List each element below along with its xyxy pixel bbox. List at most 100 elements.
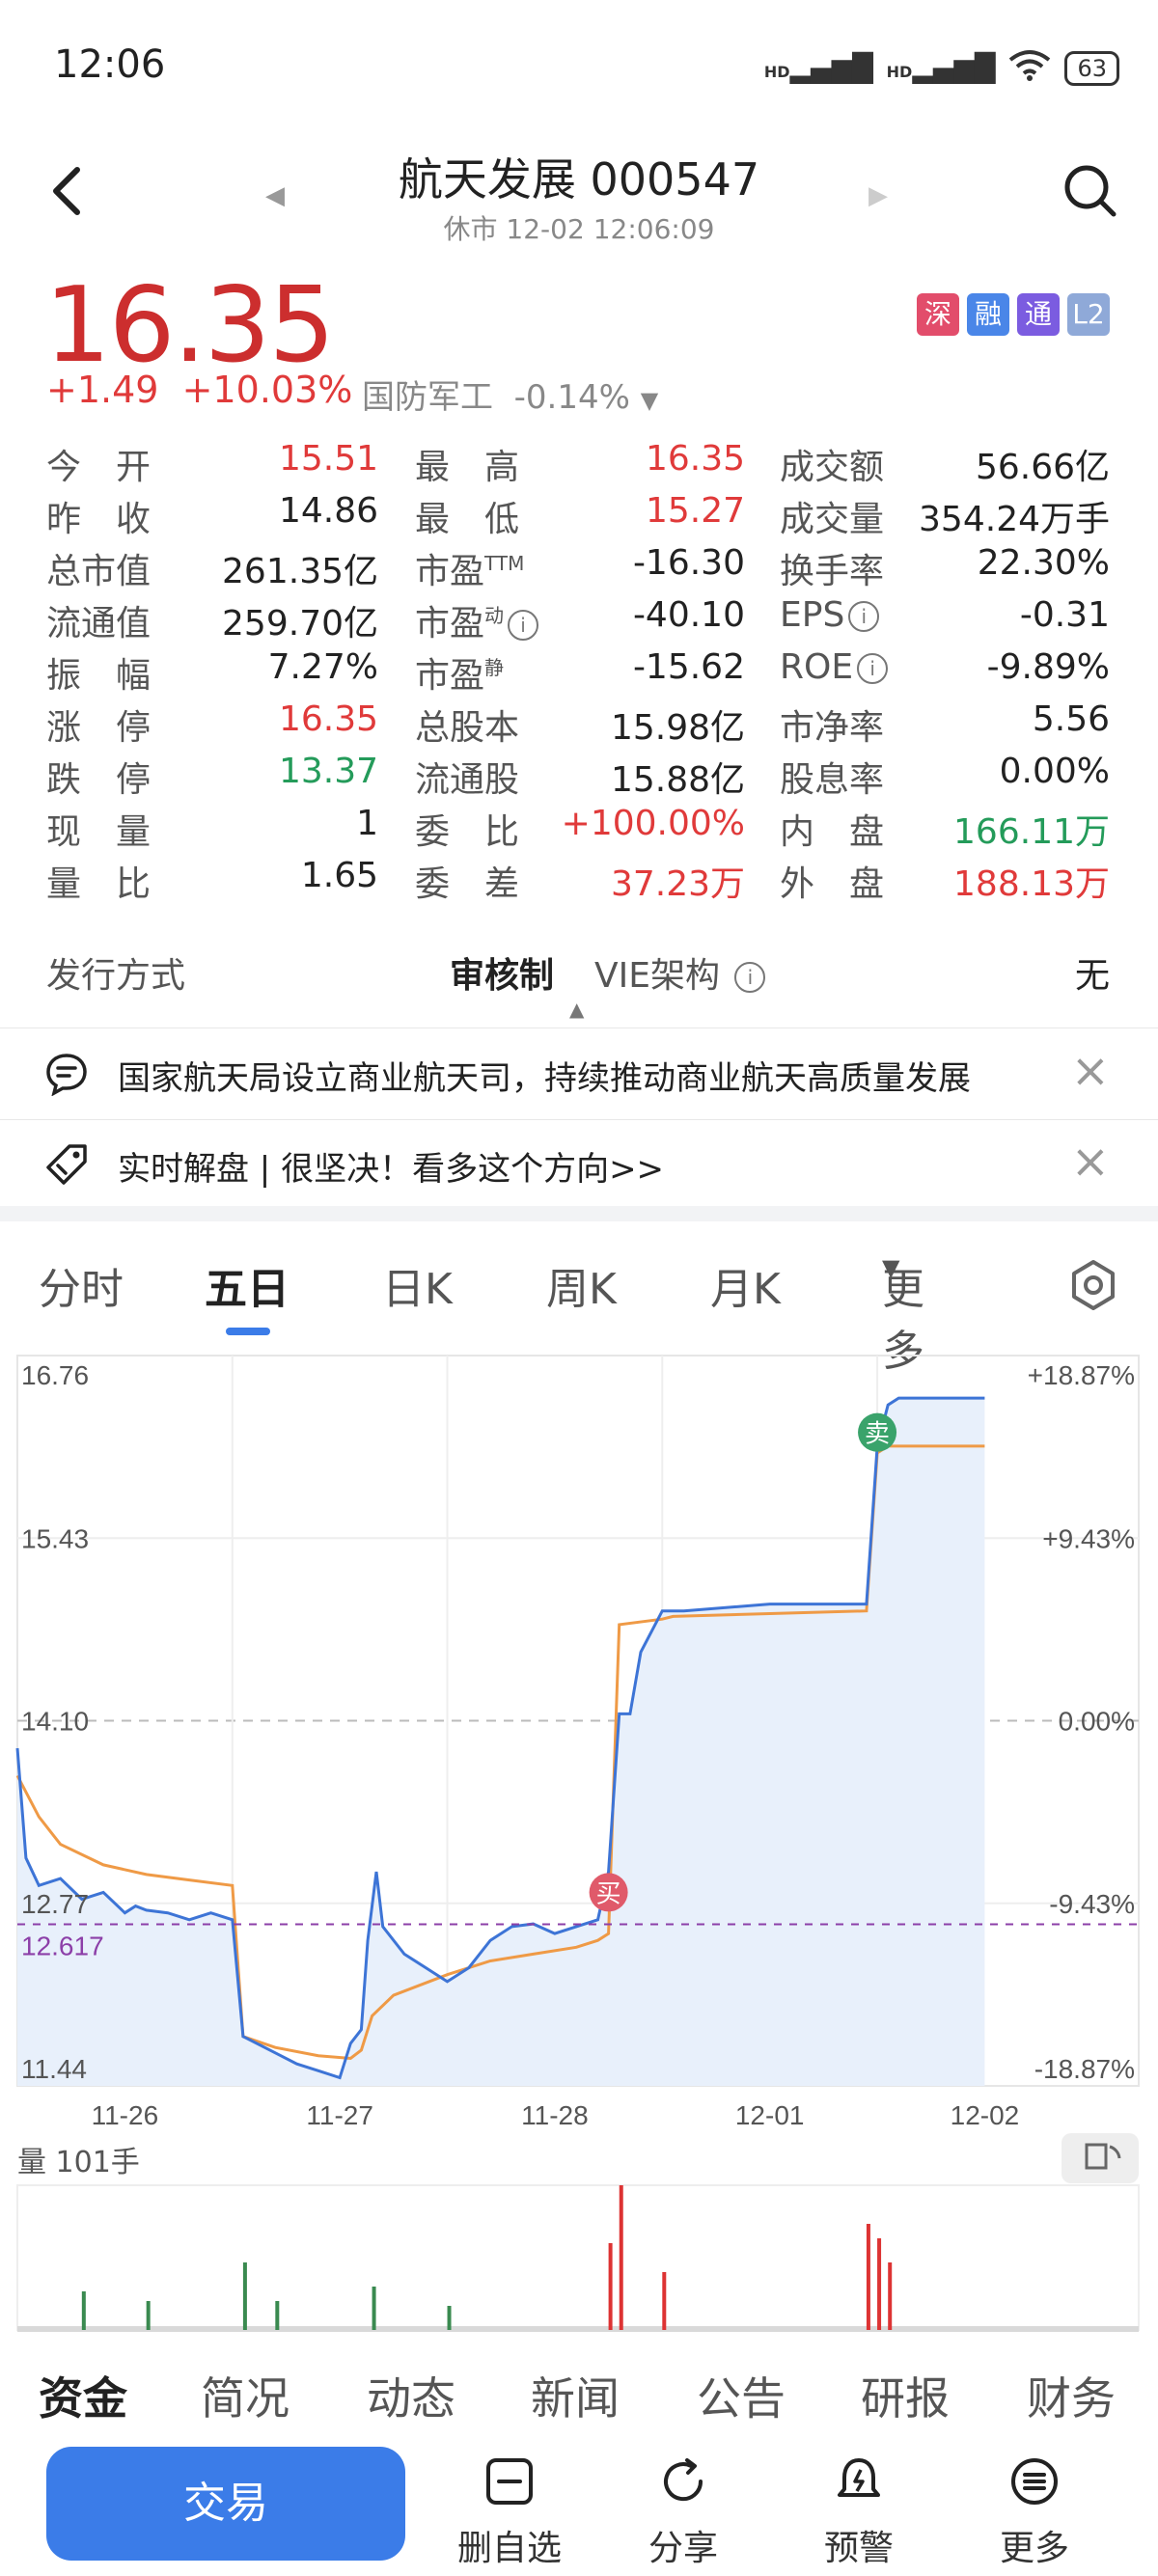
stat-label: 市盈静 xyxy=(415,656,505,696)
tab-news[interactable]: 新闻 xyxy=(531,2364,620,2427)
x-tick: 11-28 xyxy=(521,2100,589,2130)
stat-label: 外 盘 xyxy=(780,864,885,904)
share-button[interactable]: 分享 xyxy=(616,2451,751,2570)
info-icon: i xyxy=(734,962,766,993)
vie-label[interactable]: VIE架构 i xyxy=(594,947,766,998)
tab-dynamics[interactable]: 动态 xyxy=(367,2364,455,2427)
signal-icon: HD▂▄▆█ xyxy=(763,52,873,84)
expand-icon[interactable]: ▲ xyxy=(569,998,584,1021)
stat-label: 市净率 xyxy=(780,708,885,748)
chat-icon xyxy=(44,1052,89,1105)
news-item[interactable]: 实时解盘 | 很坚决！看多这个方向>> × xyxy=(0,1121,1158,1208)
stat-value: -16.30 xyxy=(632,543,745,583)
buy-marker-label: 买 xyxy=(596,1879,621,1908)
stat-label[interactable]: ROE i xyxy=(780,647,889,687)
market-badge: 深 xyxy=(917,293,959,336)
y-tick-right: +9.43% xyxy=(1042,1523,1135,1553)
price-change: +1.49 +10.03% xyxy=(46,369,353,411)
stat-label: 最 低 xyxy=(415,500,520,539)
vie-value: 无 xyxy=(1074,956,1110,996)
volume-bar xyxy=(447,2306,452,2330)
news-item[interactable]: 国家航天局设立商业航天司，持续推动商业航天高质量发展 × xyxy=(0,1030,1158,1117)
minus-box-icon xyxy=(442,2451,577,2512)
stat-label: 最 高 xyxy=(415,448,520,487)
stat-label: 今 开 xyxy=(46,448,152,487)
trade-button[interactable]: 交易 xyxy=(46,2447,405,2561)
stat-label: 流通值 xyxy=(46,604,152,644)
tab-daily-k[interactable]: 日K xyxy=(382,1254,453,1316)
market-badges: 深融通 L2 xyxy=(917,293,1110,336)
stat-value: 22.30% xyxy=(977,543,1110,583)
stat-value: 188.13万 xyxy=(953,864,1110,904)
x-tick: 12-01 xyxy=(735,2100,805,2130)
stat-value: 354.24万手 xyxy=(919,500,1110,539)
x-tick: 11-27 xyxy=(306,2100,373,2130)
info-icon[interactable]: i xyxy=(508,610,539,641)
stat-value: 14.86 xyxy=(278,491,378,531)
volume-bar xyxy=(81,2291,86,2330)
stat-label: 流通股 xyxy=(415,760,520,800)
close-icon[interactable]: × xyxy=(1071,1135,1110,1189)
alert-button[interactable]: 预警 xyxy=(791,2451,926,2570)
active-tab-indicator xyxy=(226,1328,270,1335)
volume-bar xyxy=(608,2243,613,2330)
stats-row: 振 幅 7.27% 市盈静 -15.62 ROE i -9.89% xyxy=(0,647,1158,699)
section-divider xyxy=(0,1206,1158,1221)
next-stock-icon[interactable]: ▶ xyxy=(868,181,888,210)
sell-marker-label: 卖 xyxy=(865,1420,890,1449)
stat-value: 259.70亿 xyxy=(222,604,378,644)
y-tick-left: 15.43 xyxy=(21,1523,89,1553)
stat-value: -0.31 xyxy=(1019,595,1110,635)
volume-label: 量 101手 xyxy=(17,2146,140,2179)
stat-label: 昨 收 xyxy=(46,500,152,539)
stat-label: 成交量 xyxy=(780,500,885,539)
stats-row: 今 开 15.51 最 高 16.35 成交额 56.66亿 xyxy=(0,439,1158,491)
stat-value: -9.89% xyxy=(986,647,1110,687)
settings-icon[interactable] xyxy=(1066,1258,1120,1323)
stat-value: 15.88亿 xyxy=(610,760,745,800)
stat-label: 成交额 xyxy=(780,448,885,487)
stats-row: 昨 收 14.86 最 低 15.27 成交量 354.24万手 xyxy=(0,491,1158,543)
tab-profile[interactable]: 简况 xyxy=(201,2364,290,2427)
stat-label: 换手率 xyxy=(780,552,885,591)
more-button[interactable]: 更多 xyxy=(967,2451,1102,2570)
y-tick-left: 12.77 xyxy=(21,1889,89,1919)
tab-weekly-k[interactable]: 周K xyxy=(546,1254,617,1316)
stat-label[interactable]: EPS i xyxy=(780,595,880,635)
remove-watchlist-button[interactable]: 删自选 xyxy=(442,2451,577,2570)
stat-label[interactable]: 市盈动 i xyxy=(415,595,539,645)
menu-icon xyxy=(967,2451,1102,2512)
y-tick-left: 14.10 xyxy=(21,1707,89,1737)
rotate-icon[interactable] xyxy=(1062,2133,1139,2183)
tab-announcements[interactable]: 公告 xyxy=(697,2364,786,2427)
info-icon[interactable]: i xyxy=(848,601,880,632)
stats-row: 涨 停 16.35 总股本 15.98亿 市净率 5.56 xyxy=(0,699,1158,752)
tab-five-day[interactable]: 五日 xyxy=(205,1254,290,1316)
stat-value: 15.27 xyxy=(645,491,745,531)
tab-research[interactable]: 研报 xyxy=(861,2364,950,2427)
sector-link[interactable]: 国防军工 -0.14% ▼ xyxy=(362,370,658,418)
search-icon[interactable] xyxy=(1062,162,1119,224)
battery-icon: 63 xyxy=(1064,50,1119,86)
tab-financials[interactable]: 财务 xyxy=(1027,2364,1116,2427)
volume-frame xyxy=(16,2184,1140,2331)
stats-row: 流通值 259.70亿 市盈动 i -40.10 EPS i -0.31 xyxy=(0,595,1158,647)
y-tick-right: +18.87% xyxy=(1028,1360,1135,1390)
stat-label: 振 幅 xyxy=(46,656,152,696)
info-icon[interactable]: i xyxy=(857,653,889,684)
volume-baseline xyxy=(17,2326,1139,2332)
close-icon[interactable]: × xyxy=(1071,1044,1110,1098)
tab-funds[interactable]: 资金 xyxy=(39,2364,127,2427)
price-chart[interactable]: 12.617 16.76 15.43 14.10 12.77 11.44 +18.87% +9… xyxy=(0,1336,1158,2340)
stat-value: 166.11万 xyxy=(953,812,1110,852)
stat-value: 56.66亿 xyxy=(975,448,1110,487)
volume-bar xyxy=(877,2238,882,2330)
stat-value: 16.35 xyxy=(278,699,378,739)
issue-row: 发行方式 审核制 VIE架构 i 无 ▲ xyxy=(0,926,1158,1021)
tab-intraday[interactable]: 分时 xyxy=(39,1254,124,1316)
tab-monthly-k[interactable]: 月K xyxy=(710,1254,781,1316)
chart-tabs: 分时 五日 日K 周K 月K 更多 ▼ xyxy=(0,1254,1158,1376)
stat-value: 5.56 xyxy=(1032,699,1110,739)
y-tick-right: -18.87% xyxy=(1034,2054,1135,2084)
market-badge: 通 xyxy=(1017,293,1060,336)
